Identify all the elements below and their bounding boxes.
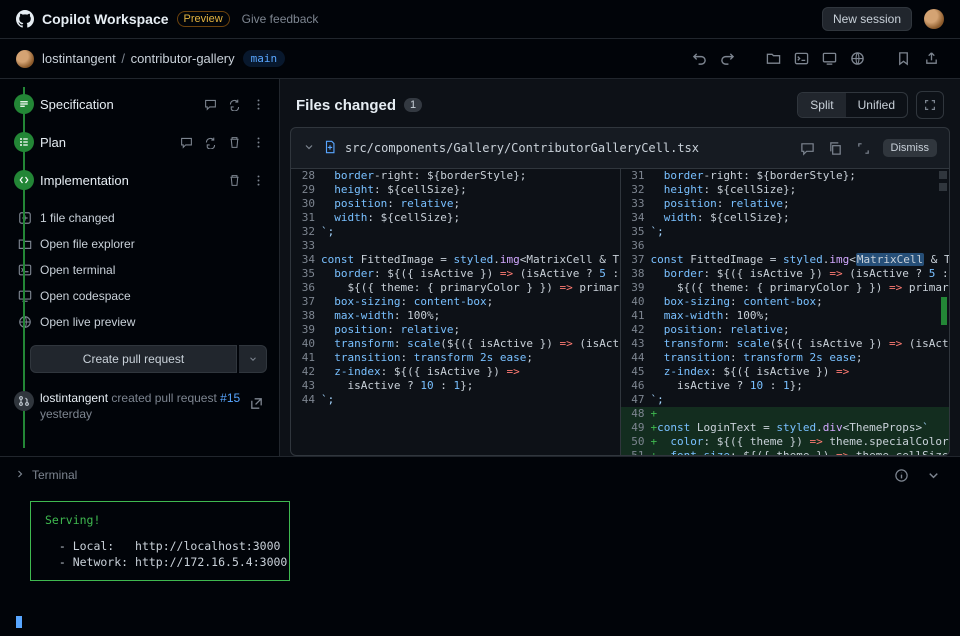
info-icon[interactable] xyxy=(888,463,914,487)
copy-icon[interactable] xyxy=(823,136,849,160)
files-changed-heading: Files changed 1 xyxy=(296,97,422,114)
comment-icon[interactable] xyxy=(199,93,221,115)
minimap xyxy=(939,171,947,191)
feedback-link[interactable]: Give feedback xyxy=(242,12,319,26)
step-dot-icon xyxy=(14,170,34,190)
unified-tab[interactable]: Unified xyxy=(846,93,907,117)
brand-name: Copilot Workspace xyxy=(42,11,169,27)
step-dot-icon xyxy=(14,94,34,114)
avatar[interactable] xyxy=(924,9,944,29)
file-changed-item[interactable]: 1 file changed xyxy=(0,205,279,231)
activity-when: yesterday xyxy=(40,407,269,421)
step-dot-icon xyxy=(14,132,34,152)
serving-line: Serving! xyxy=(45,512,275,528)
chevron-down-icon[interactable] xyxy=(920,463,946,487)
redo-icon[interactable] xyxy=(714,47,740,71)
undo-icon[interactable] xyxy=(686,47,712,71)
comment-icon[interactable] xyxy=(175,131,197,153)
kebab-icon[interactable] xyxy=(247,131,269,153)
chevron-right-icon[interactable] xyxy=(14,468,26,483)
expand-icon[interactable] xyxy=(851,136,877,160)
sidebar: Specification Plan Implem xyxy=(0,79,280,456)
step-specification[interactable]: Specification xyxy=(0,85,279,123)
sync-icon[interactable] xyxy=(223,93,245,115)
diff-left-pane[interactable]: 28 border-right: ${borderStyle};29 heigh… xyxy=(291,169,621,455)
pr-icon xyxy=(14,391,34,411)
terminal-icon xyxy=(18,263,32,277)
terminal-title: Terminal xyxy=(32,468,77,482)
open-codespace[interactable]: Open codespace xyxy=(0,283,279,309)
pr-link[interactable]: #15 xyxy=(220,391,240,405)
file-path[interactable]: src/components/Gallery/ContributorGaller… xyxy=(345,141,699,155)
branch-badge[interactable]: main xyxy=(243,50,286,67)
step-plan[interactable]: Plan xyxy=(0,123,279,161)
crumb-actions xyxy=(686,47,944,71)
trash-icon[interactable] xyxy=(223,131,245,153)
file-header: src/components/Gallery/ContributorGaller… xyxy=(290,127,950,168)
codespace-icon[interactable] xyxy=(816,47,842,71)
diff-view-toggle: Split Unified xyxy=(797,92,908,118)
terminal-icon[interactable] xyxy=(788,47,814,71)
globe-icon[interactable] xyxy=(844,47,870,71)
file-diff-icon xyxy=(323,140,337,157)
breadcrumb[interactable]: lostintangent / contributor-gallery xyxy=(42,51,235,66)
diff-icon xyxy=(18,211,32,225)
dismiss-button[interactable]: Dismiss xyxy=(883,139,938,157)
folder-icon xyxy=(18,237,32,251)
fullscreen-icon[interactable] xyxy=(916,91,944,119)
github-icon xyxy=(16,10,34,28)
create-pr-button[interactable]: Create pull request xyxy=(30,345,237,373)
owner-avatar[interactable] xyxy=(16,50,34,68)
new-session-button[interactable]: New session xyxy=(822,7,912,31)
comment-icon[interactable] xyxy=(795,136,821,160)
activity-item: lostintangent created pull request #15 y… xyxy=(0,381,279,431)
topbar: Copilot Workspace Preview Give feedback … xyxy=(0,0,960,39)
diff-view: 28 border-right: ${borderStyle};29 heigh… xyxy=(290,168,950,456)
chevron-down-icon[interactable] xyxy=(303,141,315,156)
bookmark-icon[interactable] xyxy=(890,47,916,71)
external-link-icon[interactable] xyxy=(243,391,269,415)
count-badge: 1 xyxy=(404,98,422,112)
open-file-explorer[interactable]: Open file explorer xyxy=(0,231,279,257)
create-pr-caret[interactable] xyxy=(239,345,267,373)
kebab-icon[interactable] xyxy=(247,93,269,115)
kebab-icon[interactable] xyxy=(247,169,269,191)
trash-icon[interactable] xyxy=(223,169,245,191)
terminal-output-box: Serving! - Local: http://localhost:3000 … xyxy=(30,501,290,581)
preview-badge: Preview xyxy=(177,11,230,27)
open-terminal[interactable]: Open terminal xyxy=(0,257,279,283)
open-live-preview[interactable]: Open live preview xyxy=(0,309,279,335)
globe-icon xyxy=(18,315,32,329)
content-panel: Files changed 1 Split Unified src/compon… xyxy=(280,79,960,456)
diff-right-pane[interactable]: 31 border-right: ${borderStyle};32 heigh… xyxy=(621,169,950,455)
sync-icon[interactable] xyxy=(199,131,221,153)
split-tab[interactable]: Split xyxy=(798,93,845,117)
terminal-cursor xyxy=(16,616,22,628)
terminal-panel: Terminal Serving! - Local: http://localh… xyxy=(0,456,960,636)
folder-icon[interactable] xyxy=(760,47,786,71)
step-implementation[interactable]: Implementation xyxy=(0,161,279,199)
brand: Copilot Workspace Preview xyxy=(16,10,230,28)
crumbbar: lostintangent / contributor-gallery main xyxy=(0,39,960,79)
terminal-body[interactable]: Serving! - Local: http://localhost:3000 … xyxy=(0,493,960,636)
share-icon[interactable] xyxy=(918,47,944,71)
codespace-icon xyxy=(18,289,32,303)
